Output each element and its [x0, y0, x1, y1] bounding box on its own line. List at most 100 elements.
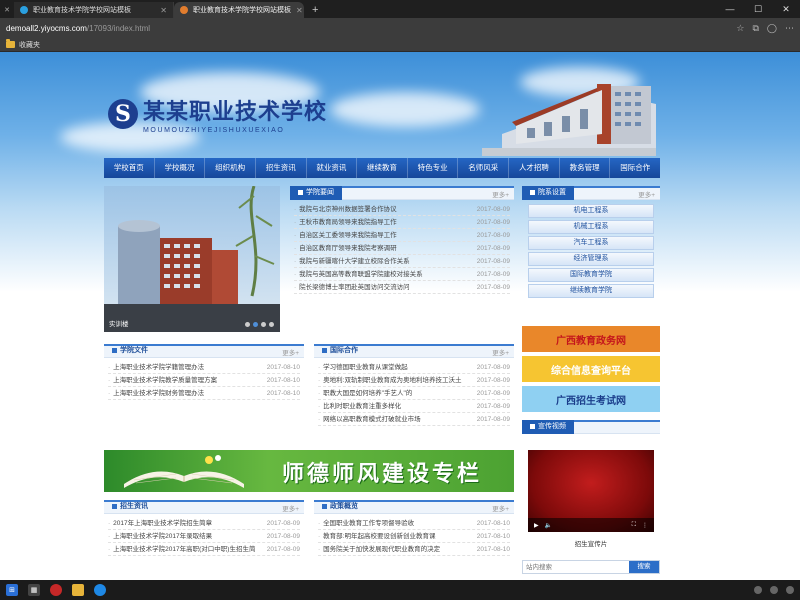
image-slider[interactable]: 实训楼	[104, 186, 280, 332]
more-link[interactable]: 更多+	[492, 503, 509, 513]
tab-close-icon[interactable]: ✕	[0, 2, 14, 18]
app-icon[interactable]	[50, 584, 62, 596]
list-item[interactable]: · 上海职业技术学院2017年录取结果 2017-08-09	[108, 530, 300, 543]
nav-item[interactable]: 组织机构	[205, 158, 256, 178]
close-tab-icon[interactable]: ✕	[296, 6, 303, 15]
slider-dot[interactable]	[245, 322, 250, 327]
school-name: 某某职业技术学校	[143, 99, 328, 125]
menu-icon[interactable]: ⋯	[785, 23, 794, 34]
url-text[interactable]: demoall2.yiyocms.com/17093/index.html	[6, 24, 150, 33]
list-item[interactable]: · 上海职业技术学院教学质量管理方案 2017-08-10	[108, 374, 300, 387]
list-item[interactable]: · 教育部:明年起高校要设创新创业教育课 2017-08-10	[318, 530, 510, 543]
close-window-icon[interactable]: ✕	[772, 0, 800, 18]
panel-title[interactable]: 院系设置	[522, 185, 574, 200]
link-banner-info-query[interactable]: 综合信息查询平台	[522, 356, 660, 382]
list-item[interactable]: · 上海职业技术学院学籍管理办法 2017-08-10	[108, 361, 300, 374]
nav-item[interactable]: 学校概况	[155, 158, 206, 178]
panel-title[interactable]: 学院文件	[104, 344, 156, 358]
file-explorer-icon[interactable]	[72, 584, 84, 596]
panel-title-text: 国际合作	[330, 346, 358, 354]
list-item[interactable]: · 国务院关于加快发展现代职业教育的决定 2017-08-10	[318, 543, 510, 556]
list-item[interactable]: · 我院与北京神州数据签署合作协议 2017-08-09	[294, 203, 510, 216]
nav-item[interactable]: 人才招聘	[509, 158, 560, 178]
list-item[interactable]: · 王秋市教育局领导来我院指导工作 2017-08-09	[294, 216, 510, 229]
documents-list: · 上海职业技术学院学籍管理办法 2017-08-10 · 上海职业技术学院教学质量管…	[104, 358, 304, 400]
slider-dots	[245, 322, 274, 327]
campus-photo	[104, 186, 280, 332]
department-button[interactable]: 经济管理系	[528, 252, 654, 266]
panel-title[interactable]: 国际合作	[314, 344, 366, 358]
maximize-icon[interactable]: ☐	[744, 0, 772, 18]
network-icon[interactable]	[754, 586, 762, 594]
video-player[interactable]: ▶ 🔈 ⛶ ⋮	[528, 450, 654, 532]
minimize-icon[interactable]: —	[716, 0, 744, 18]
nav-item[interactable]: 继续教育	[357, 158, 408, 178]
school-logo[interactable]: 某某职业技术学校 MOUMOUZHIYEJISHUXUEXIAO	[108, 94, 327, 134]
nav-item[interactable]: 教务管理	[560, 158, 611, 178]
nav-item[interactable]: 特色专业	[408, 158, 459, 178]
link-banner-exam[interactable]: 广西招生考试网	[522, 386, 660, 412]
nav-item[interactable]: 名师风采	[458, 158, 510, 178]
volume-icon[interactable]	[770, 586, 778, 594]
panel-title[interactable]: 学院要闻	[290, 185, 342, 200]
search-input[interactable]	[523, 561, 629, 573]
slider-dot-active[interactable]	[253, 322, 258, 327]
more-link[interactable]: 更多+	[638, 189, 655, 199]
task-view-icon[interactable]: ▦	[28, 584, 40, 596]
list-item[interactable]: · 自治区教育厅领导来我院考察调研 2017-08-09	[294, 242, 510, 255]
list-item[interactable]: · 我院与英国高等教育联盟学院建校对接关系 2017-08-09	[294, 268, 510, 281]
browser-tab-2[interactable]: 职业教育技术学院学校网站模板 ✕	[174, 2, 304, 18]
list-item[interactable]: · 网络以高职教育模式打破就业市场 2017-08-09	[318, 413, 510, 426]
department-button[interactable]: 机电工程系	[528, 204, 654, 218]
list-item[interactable]: · 上海职业技术学院财务管理办法 2017-08-10	[108, 387, 300, 400]
more-link[interactable]: 更多+	[282, 503, 299, 513]
slider-dot[interactable]	[269, 322, 274, 327]
department-button[interactable]: 国际教育学院	[528, 268, 654, 282]
list-item[interactable]: · 2017年上海职业技术学院招生简章 2017-08-09	[108, 517, 300, 530]
panel-title[interactable]: 政策概览	[314, 500, 366, 514]
close-tab-icon[interactable]: ✕	[160, 6, 167, 15]
video-caption: 招生宣传片	[574, 541, 608, 548]
more-link[interactable]: 更多+	[492, 347, 509, 357]
search-button[interactable]: 搜索	[629, 561, 659, 573]
department-button[interactable]: 汽车工程系	[528, 236, 654, 250]
more-link[interactable]: 更多+	[492, 189, 509, 199]
link-banner-edu-gov[interactable]: 广西教育政务网	[522, 326, 660, 352]
notification-icon[interactable]	[786, 586, 794, 594]
list-item[interactable]: · 我院与新疆喀什大学建立校际合作关系 2017-08-09	[294, 255, 510, 268]
list-item[interactable]: · 比利时职业教育注重多样化 2017-08-09	[318, 400, 510, 413]
panel-title[interactable]: 宣传视频	[522, 419, 574, 434]
policy-list: · 全国职业教育工作专项督导验收 2017-08-10 · 教育部:明年起高校要设创新…	[314, 514, 514, 556]
fullscreen-icon[interactable]: ⛶	[632, 522, 636, 529]
more-options-icon[interactable]: ⋮	[642, 522, 648, 529]
more-link[interactable]: 更多+	[282, 347, 299, 357]
list-item[interactable]: · 奥地利:双轨制职业教育成为奥地利培养技工沃土 2017-08-09	[318, 374, 510, 387]
ethics-column-banner[interactable]: 师德师风建设专栏	[104, 450, 514, 492]
list-item[interactable]: · 学习德国职业教育从课堂做起 2017-08-09	[318, 361, 510, 374]
panel-title[interactable]: 招生资讯	[104, 500, 156, 514]
list-item[interactable]: · 上海职业技术学院2017年高职(对口中职)生招生简 2017-08-09	[108, 543, 300, 556]
slider-dot[interactable]	[261, 322, 266, 327]
list-item[interactable]: · 自治区关工委领导来我院指导工作 2017-08-09	[294, 229, 510, 242]
browser-tab-1[interactable]: 职业教育技术学院学校网站模板 ✕	[14, 2, 174, 18]
list-item[interactable]: · 职教大国是如何培养"手艺人"的 2017-08-09	[318, 387, 510, 400]
new-tab-icon[interactable]: +	[304, 2, 326, 18]
browser-icon[interactable]	[94, 584, 106, 596]
nav-item[interactable]: 国际合作	[610, 158, 660, 178]
start-icon[interactable]: ⊞	[6, 584, 18, 596]
profile-icon[interactable]: ◯	[767, 23, 777, 34]
extensions-icon[interactable]: ⧉	[752, 23, 758, 34]
address-bar[interactable]: demoall2.yiyocms.com/17093/index.html ☆ …	[0, 18, 800, 38]
department-button[interactable]: 继续教育学院	[528, 284, 654, 298]
department-button[interactable]: 机械工程系	[528, 220, 654, 234]
nav-item[interactable]: 就业资讯	[307, 158, 358, 178]
play-icon[interactable]: ▶	[534, 522, 539, 529]
list-item[interactable]: · 全国职业教育工作专项督导验收 2017-08-10	[318, 517, 510, 530]
list-item[interactable]: · 院长梁德博士率团赴英国访问交流访问 2017-08-09	[294, 281, 510, 294]
nav-item[interactable]: 学校首页	[104, 158, 155, 178]
nav-item[interactable]: 招生资讯	[256, 158, 307, 178]
page-viewport[interactable]: 某某职业技术学校 MOUMOUZHIYEJISHUXUEXIAO	[0, 52, 800, 580]
volume-icon[interactable]: 🔈	[545, 522, 552, 529]
favorite-star-icon[interactable]: ☆	[736, 23, 744, 34]
bookmark-folder[interactable]: 收藏夹	[19, 40, 40, 50]
